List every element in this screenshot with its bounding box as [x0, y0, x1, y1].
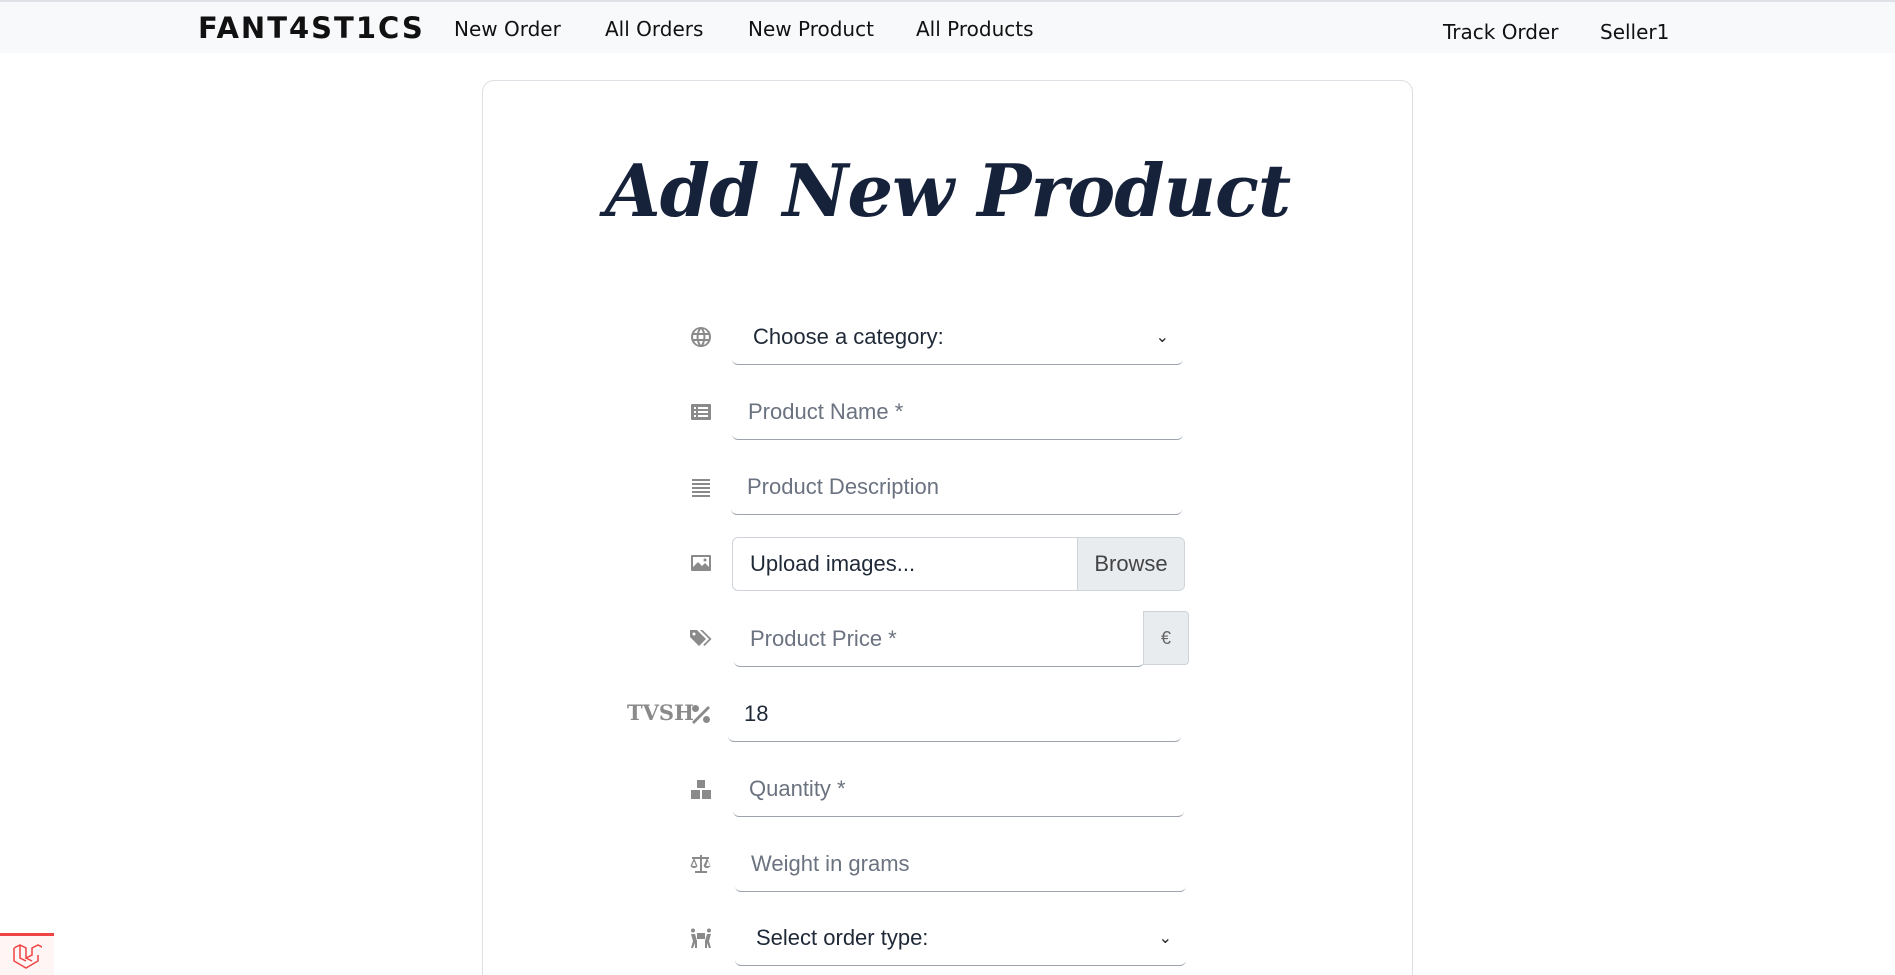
- category-select[interactable]: Choose a category: ⌄: [732, 309, 1183, 365]
- currency-addon: €: [1143, 611, 1189, 665]
- tvsh-label: TVSH: [627, 700, 694, 725]
- category-select-value: Choose a category:: [753, 323, 944, 349]
- nav-new-order[interactable]: New Order: [454, 17, 561, 41]
- brand-logo[interactable]: FANT4ST1CS: [198, 11, 425, 45]
- percent-icon: [687, 700, 715, 728]
- browse-button[interactable]: Browse: [1077, 538, 1184, 590]
- weight-row: [0, 836, 1895, 892]
- people-carry-icon: [687, 924, 715, 952]
- nav-track-order[interactable]: Track Order: [1443, 20, 1559, 44]
- list-alt-icon: [687, 398, 715, 426]
- tags-icon: [687, 625, 715, 653]
- nav-user-seller[interactable]: Seller1: [1600, 20, 1669, 44]
- weight-input[interactable]: [735, 836, 1186, 892]
- upload-row: Upload images... Browse: [0, 537, 1895, 593]
- product-description-input[interactable]: [731, 459, 1182, 515]
- chevron-down-icon: ⌄: [1158, 929, 1172, 947]
- product-name-row: [0, 384, 1895, 440]
- nav-new-product[interactable]: New Product: [748, 17, 874, 41]
- quantity-input[interactable]: [733, 761, 1184, 817]
- upload-label: Upload images...: [750, 551, 916, 576]
- nav-all-orders[interactable]: All Orders: [605, 17, 703, 41]
- tvsh-row: TVSH: [0, 686, 1895, 742]
- product-name-input[interactable]: [732, 384, 1183, 440]
- product-price-row: €: [0, 611, 1895, 667]
- top-navbar: FANT4ST1CS New Order All Orders New Prod…: [0, 0, 1895, 53]
- laravel-icon[interactable]: [0, 933, 54, 975]
- globe-icon: [687, 323, 715, 351]
- nav-all-products[interactable]: All Products: [916, 17, 1034, 41]
- product-price-input[interactable]: [734, 611, 1144, 667]
- align-justify-icon: [687, 473, 715, 501]
- boxes-icon: [687, 775, 715, 803]
- tvsh-input[interactable]: [728, 686, 1181, 742]
- category-row: Choose a category: ⌄: [0, 309, 1895, 365]
- product-description-row: [0, 459, 1895, 515]
- image-icon: [687, 549, 715, 577]
- quantity-row: [0, 761, 1895, 817]
- chevron-down-icon: ⌄: [1155, 328, 1169, 346]
- balance-scale-icon: [687, 850, 715, 878]
- order-type-row: Select order type: ⌄: [0, 910, 1895, 966]
- order-type-select[interactable]: Select order type: ⌄: [735, 910, 1186, 966]
- image-upload-field[interactable]: Upload images... Browse: [732, 537, 1185, 591]
- page-title: Add New Product: [604, 148, 1291, 233]
- order-type-select-value: Select order type:: [756, 924, 929, 950]
